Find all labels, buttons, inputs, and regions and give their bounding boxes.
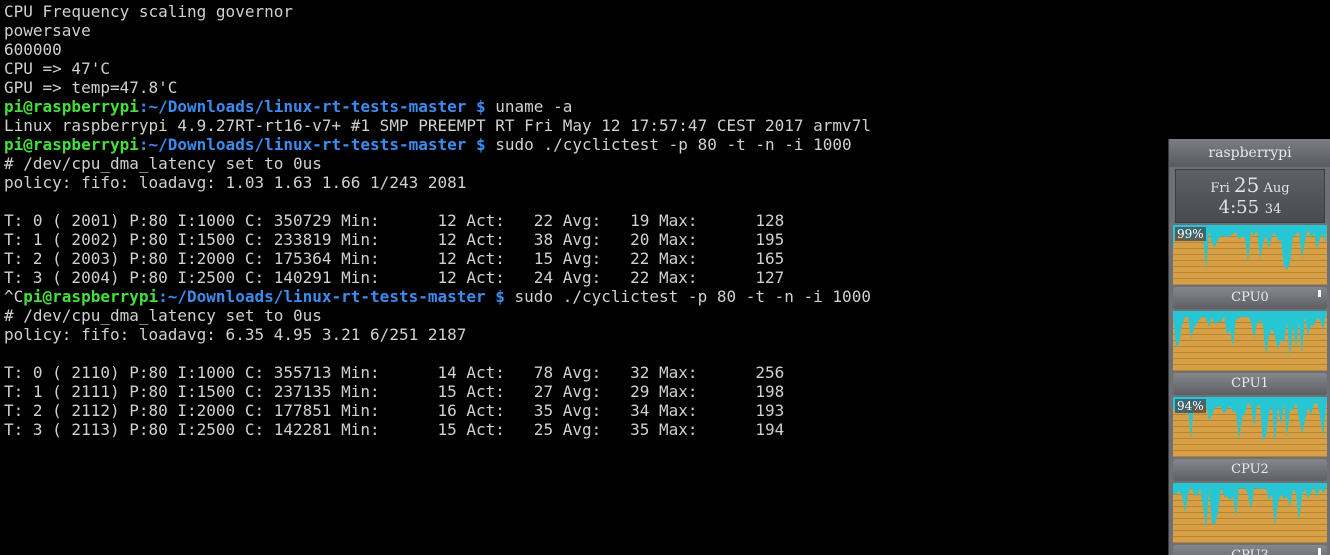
prompt-user: pi@raspberrypi bbox=[4, 135, 139, 154]
cpu-label-text: CPU3 bbox=[1231, 548, 1269, 555]
prompt-command: sudo ./cyclictest -p 80 -t -n -i 1000 bbox=[485, 135, 852, 154]
cpu-load-series bbox=[1173, 483, 1327, 530]
terminal-output-line: CPU Frequency scaling governor bbox=[4, 2, 293, 21]
cpu-label: CPU2 bbox=[1173, 459, 1327, 481]
cpu-label: CPU0 bbox=[1173, 287, 1327, 309]
prompt-path: :~/Downloads/linux-rt-tests-master bbox=[138, 135, 467, 154]
terminal-output-line: Linux raspberrypi 4.9.27RT-rt16-v7+ #1 S… bbox=[4, 116, 871, 135]
terminal-output-line: policy: fifo: loadavg: 6.35 4.95 3.21 6/… bbox=[4, 325, 467, 344]
terminal-output-line: # /dev/cpu_dma_latency set to 0us bbox=[4, 154, 322, 173]
date-day: Fri bbox=[1210, 181, 1230, 196]
cpu-block: CPU3 bbox=[1173, 483, 1327, 555]
cpu-percent: 94% bbox=[1175, 399, 1206, 413]
prompt-path: :~/Downloads/linux-rt-tests-master bbox=[138, 97, 467, 116]
activity-led-icon bbox=[1318, 290, 1321, 297]
cpu-block: 99% CPU0 bbox=[1173, 225, 1327, 309]
monitor-date: Fri 25 Aug bbox=[1176, 170, 1324, 197]
prompt-symbol: $ bbox=[466, 97, 486, 116]
terminal-prompt-line: pi@raspberrypi:~/Downloads/linux-rt-test… bbox=[4, 135, 1168, 154]
terminal-output-line: GPU => temp=47.8'C bbox=[4, 78, 178, 97]
terminal-output-line: T: 2 ( 2003) P:80 I:2000 C: 175364 Min: … bbox=[4, 249, 785, 268]
date-number: 25 bbox=[1233, 173, 1260, 197]
cpu-load-graph bbox=[1173, 311, 1327, 371]
prompt-user: pi@raspberrypi bbox=[23, 287, 159, 306]
terminal-output-line: T: 1 ( 2111) P:80 I:1500 C: 237135 Min: … bbox=[4, 382, 785, 401]
cpu-block: CPU1 bbox=[1173, 311, 1327, 395]
prompt-user: pi@raspberrypi bbox=[4, 97, 139, 116]
terminal-prompt-line: pi@raspberrypi:~/Downloads/linux-rt-test… bbox=[4, 97, 1168, 116]
prompt-path: :~/Downloads/linux-rt-tests-master bbox=[158, 287, 486, 306]
terminal-output-line: powersave bbox=[4, 21, 91, 40]
terminal-output-line: T: 0 ( 2110) P:80 I:1000 C: 355713 Min: … bbox=[4, 363, 785, 382]
terminal-output-line: # /dev/cpu_dma_latency set to 0us bbox=[4, 306, 322, 325]
cpu-load-area bbox=[1173, 483, 1327, 530]
cpu-load-series bbox=[1173, 311, 1327, 358]
cpu-label-text: CPU2 bbox=[1231, 462, 1269, 477]
ctrl-c-echo: ^C bbox=[4, 287, 24, 306]
terminal-window[interactable]: CPU Frequency scaling governor powersave 6… bbox=[0, 0, 1168, 555]
prompt-symbol: $ bbox=[466, 135, 486, 154]
cpu-label: CPU3 bbox=[1173, 545, 1327, 555]
terminal-output-line: 600000 bbox=[4, 40, 62, 59]
cpu-label: CPU1 bbox=[1173, 373, 1327, 395]
monitor-clock: Fri 25 Aug 4:55 34 bbox=[1175, 169, 1325, 223]
terminal-output-line: CPU => 47'C bbox=[4, 59, 110, 78]
terminal-prompt-line: ^Cpi@raspberrypi:~/Downloads/linux-rt-te… bbox=[4, 287, 1168, 306]
cpu-load-area bbox=[1173, 311, 1327, 358]
monitor-hostname: raspberrypi bbox=[1169, 139, 1330, 167]
prompt-command: uname -a bbox=[485, 97, 573, 116]
prompt-symbol: $ bbox=[485, 287, 505, 306]
terminal-output-line: T: 3 ( 2004) P:80 I:2500 C: 140291 Min: … bbox=[4, 268, 785, 287]
prompt-command: sudo ./cyclictest -p 80 -t -n -i 1000 bbox=[504, 287, 871, 306]
terminal-output-line: T: 1 ( 2002) P:80 I:1500 C: 233819 Min: … bbox=[4, 230, 785, 249]
time-seconds: 34 bbox=[1264, 202, 1282, 217]
terminal-output-line: policy: fifo: loadavg: 1.03 1.63 1.66 1/… bbox=[4, 173, 467, 192]
date-month: Aug bbox=[1263, 181, 1290, 196]
terminal-output-line: T: 2 ( 2112) P:80 I:2000 C: 177851 Min: … bbox=[4, 401, 785, 420]
cpu-graph-list: 99% CPU0 CPU1 94% CPU2 CPU3 bbox=[1169, 225, 1330, 555]
terminal-output-line: T: 3 ( 2113) P:80 I:2500 C: 142281 Min: … bbox=[4, 420, 785, 439]
cpu-load-graph: 99% bbox=[1173, 225, 1327, 285]
monitor-time: 4:55 34 bbox=[1176, 197, 1324, 218]
activity-led-icon bbox=[1318, 548, 1321, 555]
cpu-label-text: CPU1 bbox=[1231, 376, 1269, 391]
cpu-percent: 99% bbox=[1175, 227, 1206, 241]
time-hm: 4:55 bbox=[1218, 197, 1260, 218]
cpu-load-graph bbox=[1173, 483, 1327, 543]
terminal-output-line: T: 0 ( 2001) P:80 I:1000 C: 350729 Min: … bbox=[4, 211, 785, 230]
cpu-load-graph: 94% bbox=[1173, 397, 1327, 457]
system-monitor-panel: raspberrypi Fri 25 Aug 4:55 34 99% CPU0 CP… bbox=[1168, 139, 1330, 555]
cpu-block: 94% CPU2 bbox=[1173, 397, 1327, 481]
cpu-label-text: CPU0 bbox=[1231, 290, 1269, 305]
